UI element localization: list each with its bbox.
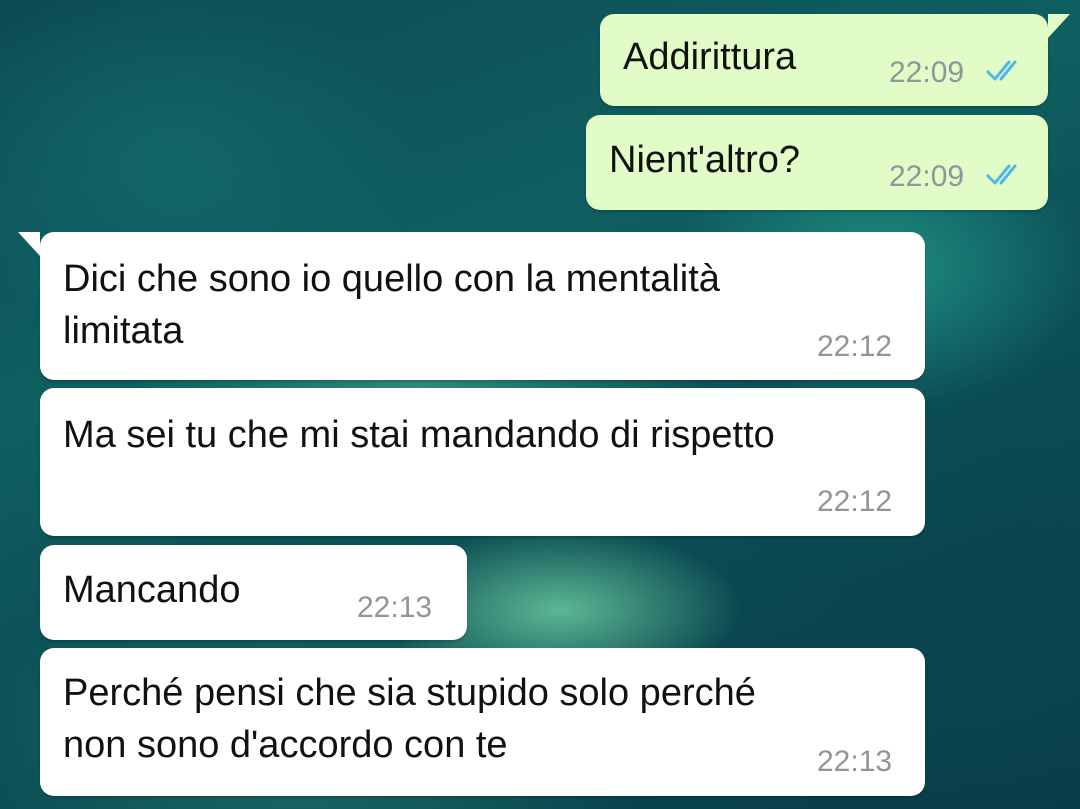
message-text: Ma sei tu che mi stai mandando di rispet… bbox=[63, 414, 775, 456]
message-timestamp: 22:13 bbox=[357, 591, 433, 624]
message-timestamp: 22:09 bbox=[889, 160, 965, 193]
message-text: Nient'altro? bbox=[609, 139, 801, 181]
message-bubble-incoming[interactable]: Perché pensi che sia stupido solo perché… bbox=[40, 648, 925, 796]
message-text: Mancando bbox=[63, 569, 241, 611]
message-timestamp: 22:09 bbox=[889, 56, 965, 89]
message-text-line: Dici che sono io quello con la mentalità bbox=[63, 258, 720, 300]
message-bubble-incoming[interactable]: Dici che sono io quello con la mentalità… bbox=[18, 232, 925, 380]
message-timestamp: 22:12 bbox=[817, 330, 893, 363]
message-bubble-outgoing[interactable]: Addirittura 22:09 bbox=[600, 14, 1070, 106]
bubble-tail bbox=[18, 232, 40, 256]
message-text-line: Perché pensi che sia stupido solo perché bbox=[63, 672, 756, 714]
double-check-icon bbox=[986, 60, 1017, 81]
message-bubble-outgoing[interactable]: Nient'altro? 22:09 bbox=[586, 115, 1048, 210]
message-bubble-incoming[interactable]: Ma sei tu che mi stai mandando di rispet… bbox=[40, 388, 925, 536]
message-bubble-incoming[interactable]: Mancando 22:13 bbox=[40, 545, 467, 640]
message-timestamp: 22:13 bbox=[817, 745, 893, 778]
message-text-line: non sono d'accordo con te bbox=[63, 724, 508, 766]
message-timestamp: 22:12 bbox=[817, 485, 893, 518]
bubble-tail bbox=[1048, 14, 1070, 38]
message-text-line: limitata bbox=[63, 310, 184, 352]
double-check-icon bbox=[986, 164, 1017, 185]
message-text: Addirittura bbox=[623, 36, 797, 78]
